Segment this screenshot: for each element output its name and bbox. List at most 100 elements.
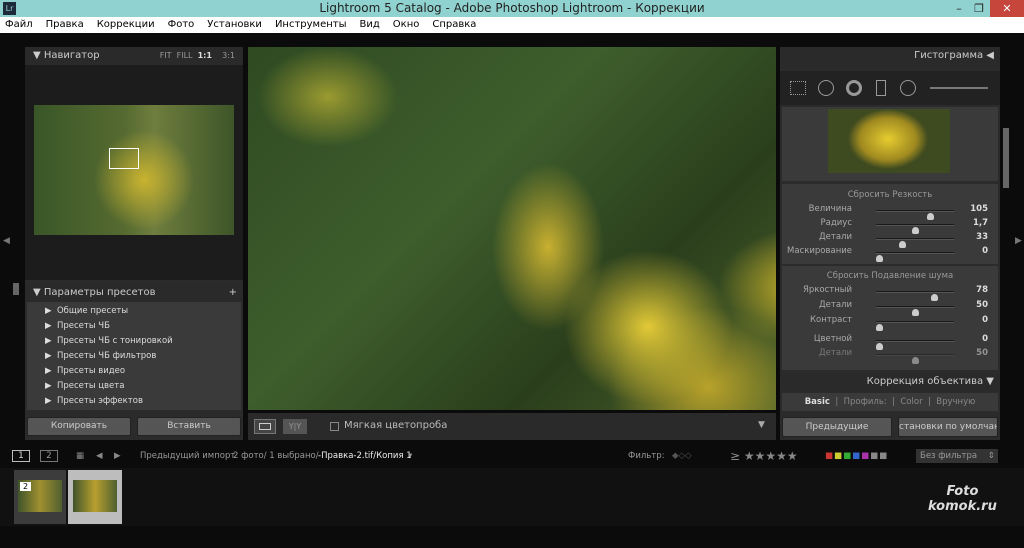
slider-row[interactable]: Маскирование 0 bbox=[782, 246, 1002, 262]
reset-noise-reduction[interactable]: Сбросить Подавление шума bbox=[782, 271, 998, 281]
preset-folder[interactable]: ▶ Пресеты эффектов bbox=[27, 394, 241, 409]
loupe-view-button[interactable] bbox=[254, 419, 276, 434]
color-label-filter[interactable]: ■■■■■■■ bbox=[825, 446, 888, 466]
thumbnail[interactable]: 2 bbox=[14, 470, 66, 524]
menu-help[interactable]: Справка bbox=[432, 17, 476, 33]
slider-row[interactable]: Детали 33 bbox=[782, 232, 1002, 248]
slider-value[interactable]: 33 bbox=[976, 232, 988, 242]
slider-row[interactable]: Радиус 1,7 bbox=[782, 218, 1002, 234]
graduated-filter-icon[interactable] bbox=[876, 80, 886, 96]
previous-button[interactable]: Предыдущие bbox=[782, 417, 892, 437]
navigator-viewport-box[interactable] bbox=[109, 148, 139, 169]
slider-value[interactable]: 50 bbox=[976, 348, 988, 358]
slider-value[interactable]: 0 bbox=[982, 246, 988, 256]
copy-button[interactable]: Копировать bbox=[27, 417, 131, 436]
right-scrollbar[interactable] bbox=[1003, 128, 1009, 188]
left-panel-toggle-icon[interactable]: ◀ bbox=[3, 236, 10, 246]
preset-folder[interactable]: ▶ Пресеты видео bbox=[27, 364, 241, 379]
slider-handle[interactable] bbox=[876, 324, 883, 331]
red-eye-icon[interactable] bbox=[846, 80, 862, 96]
slider-handle[interactable] bbox=[911, 357, 919, 364]
softproof-checkbox[interactable] bbox=[330, 422, 339, 431]
slider-row[interactable]: Величина 105 bbox=[782, 204, 1002, 220]
slider-row[interactable]: Детали 50 bbox=[782, 300, 1002, 316]
close-button[interactable]: ✕ bbox=[990, 0, 1024, 17]
slider-row[interactable]: Яркостный 78 bbox=[782, 285, 1002, 301]
file-menu-icon[interactable]: ▾ bbox=[408, 446, 412, 466]
grid-view-icon[interactable]: ▦ bbox=[76, 446, 84, 466]
slider-value[interactable]: 1,7 bbox=[973, 218, 988, 228]
navigator-preview[interactable] bbox=[34, 105, 234, 235]
tab-manual[interactable]: Вручную bbox=[936, 397, 975, 407]
radial-filter-icon[interactable] bbox=[900, 80, 916, 96]
paste-button[interactable]: Вставить bbox=[137, 417, 241, 436]
preset-folder[interactable]: ▶ Пресеты ЧБ фильтров bbox=[27, 349, 241, 364]
preset-folder[interactable]: ▶ Пресеты ЧБ с тонировкой bbox=[27, 334, 241, 349]
slider-row[interactable]: Контраст 0 bbox=[782, 315, 1002, 331]
window-2-button[interactable]: 2 bbox=[40, 450, 58, 462]
lens-correction-header[interactable]: Коррекция объектива ▼ bbox=[780, 373, 1000, 391]
slider-track[interactable] bbox=[876, 321, 954, 331]
back-icon[interactable]: ◀ bbox=[96, 446, 103, 466]
slider-value[interactable]: 0 bbox=[982, 334, 988, 344]
slider-track[interactable] bbox=[876, 340, 954, 350]
preset-folder[interactable]: ▶ Общие пресеты bbox=[27, 304, 241, 319]
menu-develop[interactable]: Коррекции bbox=[97, 17, 155, 33]
menu-tools[interactable]: Инструменты bbox=[275, 17, 347, 33]
slider-label: Величина bbox=[808, 204, 852, 214]
flag-filter-icons[interactable]: ◆◇◇ bbox=[672, 446, 692, 466]
slider-handle[interactable] bbox=[876, 255, 883, 262]
zoom-3-1[interactable]: 3:1 bbox=[222, 51, 235, 60]
slider-track[interactable] bbox=[876, 354, 954, 364]
slider-track[interactable] bbox=[876, 291, 954, 301]
before-after-button[interactable]: Y|Y bbox=[283, 419, 307, 434]
tab-profile[interactable]: Профиль: bbox=[844, 397, 887, 407]
slider-value[interactable]: 78 bbox=[976, 285, 988, 295]
menu-photo[interactable]: Фото bbox=[168, 17, 195, 33]
main-photo[interactable] bbox=[248, 47, 776, 410]
rating-filter[interactable]: ≥ ★★★★★ bbox=[730, 446, 798, 466]
presets-header[interactable]: ▼ Параметры пресетов + bbox=[25, 284, 243, 302]
left-scrollbar[interactable] bbox=[13, 283, 19, 295]
reset-defaults-button[interactable]: становки по умолчанию. bbox=[898, 417, 998, 437]
restore-button[interactable]: ❐ bbox=[966, 0, 992, 17]
spot-removal-icon[interactable] bbox=[818, 80, 834, 96]
menu-file[interactable]: Файл bbox=[5, 17, 33, 33]
menu-edit[interactable]: Правка bbox=[46, 17, 84, 33]
filter-preset-select[interactable]: Без фильтра ⇕ bbox=[916, 449, 998, 463]
tab-color[interactable]: Color bbox=[900, 397, 922, 407]
forward-icon[interactable]: ▶ bbox=[114, 446, 121, 466]
slider-value[interactable]: 50 bbox=[976, 300, 988, 310]
slider-value[interactable]: 0 bbox=[982, 315, 988, 325]
navigator-header[interactable]: ▼ Навигатор FIT FILL 1:1 3:1 bbox=[25, 47, 243, 65]
slider-row[interactable]: Детали 50 bbox=[782, 348, 1002, 364]
menu-view[interactable]: Вид bbox=[360, 17, 380, 33]
zoom-fill[interactable]: FILL bbox=[177, 51, 193, 60]
window-1-button[interactable]: 1 bbox=[12, 450, 30, 462]
histogram-header[interactable]: Гистограмма ◀ bbox=[780, 47, 1000, 65]
adjustment-brush-icon[interactable] bbox=[930, 87, 988, 89]
slider-row[interactable]: Цветной 0 bbox=[782, 334, 1002, 350]
slider-track[interactable] bbox=[876, 252, 954, 262]
slider-track[interactable] bbox=[876, 306, 954, 316]
menu-window[interactable]: Окно bbox=[393, 17, 420, 33]
slider-value[interactable]: 105 bbox=[970, 204, 988, 214]
tab-basic[interactable]: Basic bbox=[805, 397, 830, 407]
thumbnail-selected[interactable] bbox=[68, 470, 122, 524]
preset-folder[interactable]: ▶ Пресеты ЧБ bbox=[27, 319, 241, 334]
reset-sharpening[interactable]: Сбросить Резкость bbox=[782, 190, 998, 200]
zoom-1-1[interactable]: 1:1 bbox=[198, 51, 212, 60]
slider-track[interactable] bbox=[876, 238, 954, 248]
preset-folder[interactable]: ▶ Пресеты цвета bbox=[27, 379, 241, 394]
zoom-fit[interactable]: FIT bbox=[160, 51, 172, 60]
right-panel-toggle-icon[interactable]: ▶ bbox=[1015, 236, 1022, 246]
detail-preview[interactable] bbox=[828, 109, 950, 173]
crop-tool-icon[interactable] bbox=[790, 81, 806, 95]
filmstrip: 2 Foto komok.ru bbox=[0, 468, 1024, 526]
current-file[interactable]: -Правка-2.tif/Копия 1 bbox=[318, 446, 412, 466]
slider-track[interactable] bbox=[876, 210, 954, 220]
add-preset-icon[interactable]: + bbox=[229, 284, 237, 302]
slider-track[interactable] bbox=[876, 224, 954, 234]
toolbar-menu-icon[interactable]: ▼ bbox=[758, 420, 765, 430]
menu-settings[interactable]: Установки bbox=[207, 17, 262, 33]
